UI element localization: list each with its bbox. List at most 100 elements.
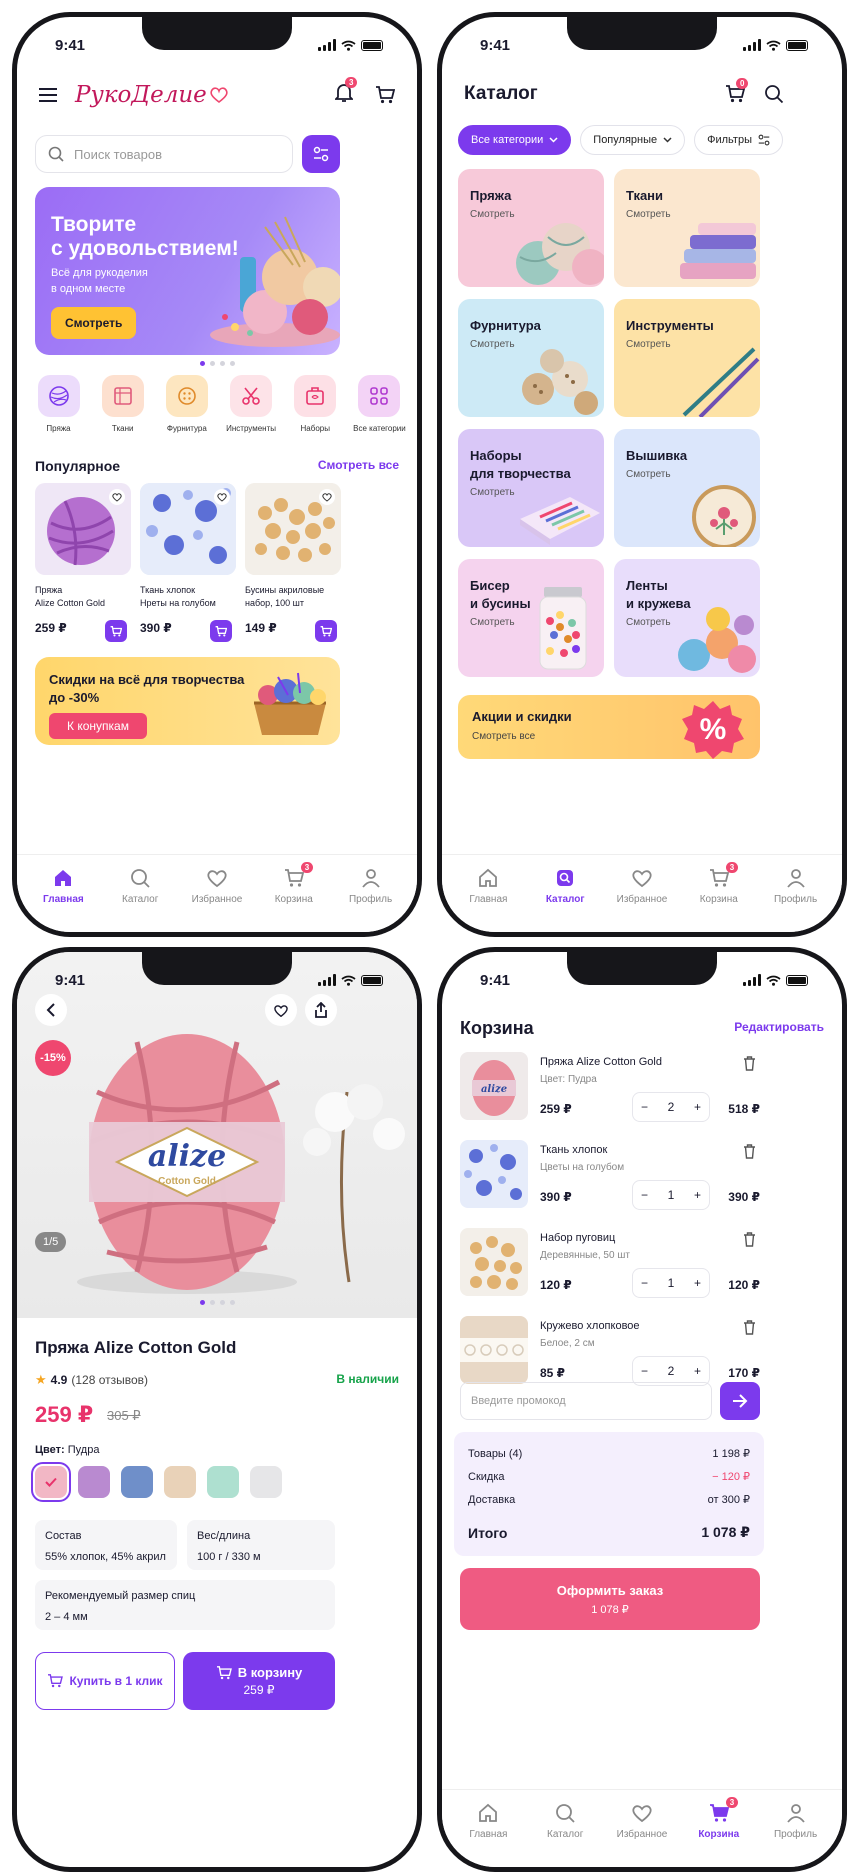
back-button[interactable] [35, 994, 67, 1026]
tile-link: Смотреть [470, 209, 515, 220]
menu-icon[interactable] [39, 88, 57, 102]
plus-button[interactable]: + [694, 1100, 701, 1114]
add-to-cart-button[interactable] [315, 620, 337, 642]
category-yarn[interactable]: Пряжа [31, 375, 86, 433]
search-icon[interactable] [764, 84, 784, 104]
product-card[interactable]: Пряжа Alize Cotton Gold 259 ₽ [35, 483, 131, 642]
plus-button[interactable]: + [694, 1276, 701, 1290]
tab-home[interactable]: Главная [28, 867, 98, 932]
share-button[interactable] [305, 994, 337, 1026]
minus-button[interactable]: − [641, 1276, 648, 1290]
sale-banner[interactable]: Акции и скидки Смотреть все % [458, 695, 760, 759]
tab-cart[interactable]: Корзина 3 [259, 862, 329, 932]
tile-title: Ленты и кружева [626, 578, 691, 611]
banner-dots[interactable] [17, 361, 417, 366]
checkout-button[interactable]: Оформить заказ 1 078 ₽ [460, 1568, 760, 1630]
category-kits[interactable]: Наборы [288, 375, 343, 433]
search-icon [556, 1804, 575, 1823]
favorite-button[interactable] [214, 489, 230, 505]
notifications-button[interactable]: 3 [333, 76, 358, 108]
minus-button[interactable]: − [641, 1364, 648, 1378]
category-all[interactable]: Все категории [352, 375, 407, 433]
filter-icon [758, 134, 770, 146]
rating[interactable]: ★ 4.9 (128 отзывов) [35, 1372, 148, 1388]
product-card[interactable]: Бусины акриловые набор, 100 шт 149 ₽ [245, 483, 341, 642]
category-tile-fabric[interactable]: Ткани Смотреть [614, 169, 760, 287]
tab-favorites[interactable]: Избранное [607, 867, 677, 932]
minus-button[interactable]: − [641, 1188, 648, 1202]
tab-profile[interactable]: Профиль [336, 867, 406, 932]
page-title: Корзина [460, 1018, 534, 1038]
promo-button[interactable]: К конупкам [49, 713, 147, 739]
category-hardware[interactable]: Фурнитура [159, 375, 214, 433]
swatch-lilac[interactable] [78, 1466, 110, 1498]
banner-button[interactable]: Смотреть [51, 307, 137, 339]
item-image [460, 1228, 528, 1296]
tab-catalog[interactable]: Каталог [530, 1802, 600, 1867]
tab-catalog[interactable]: Каталог [530, 867, 600, 932]
cart-button[interactable]: 0 [725, 78, 749, 108]
edit-link[interactable]: Редактировать [734, 1020, 824, 1034]
product-gallery[interactable]: alize Cotton Gold [17, 952, 417, 1318]
tab-home[interactable]: Главная [453, 1802, 523, 1867]
add-to-cart-button[interactable] [210, 620, 232, 642]
trash-icon[interactable] [743, 1144, 756, 1159]
favorite-button[interactable] [319, 489, 335, 505]
chip-filters[interactable]: Фильтры [694, 125, 783, 155]
chip-all-categories[interactable]: Все категории [458, 125, 572, 155]
swatch-powder[interactable] [31, 1462, 71, 1502]
trash-icon[interactable] [743, 1232, 756, 1247]
category-tools[interactable]: Инструменты [224, 375, 279, 433]
swatch-blue[interactable] [121, 1466, 153, 1498]
item-price: 390 ₽ [540, 1190, 572, 1204]
yarn-ball-image: alize Cotton Gold [77, 1034, 405, 1294]
favorite-button[interactable] [265, 994, 297, 1026]
gallery-dots[interactable] [17, 1300, 417, 1305]
cart-icon[interactable] [375, 86, 395, 104]
category-tile-yarn[interactable]: Пряжа Смотреть [458, 169, 604, 287]
yarn-icon [48, 386, 69, 406]
hero-banner[interactable]: Творите с удовольствием! Всё для рукодели… [35, 187, 340, 355]
old-price: 305 ₽ [107, 1408, 141, 1423]
search-placeholder: Поиск товаров [74, 146, 163, 162]
category-row: Пряжа Ткани Фурнитура Инструменты Наборы… [31, 375, 407, 433]
tab-profile[interactable]: Профиль [761, 1802, 831, 1867]
buy-one-click-button[interactable]: Купить в 1 клик [35, 1652, 175, 1710]
home-icon [55, 870, 72, 886]
category-tile-embroidery[interactable]: Вышивка Смотреть [614, 429, 760, 547]
favorite-button[interactable] [109, 489, 125, 505]
plus-button[interactable]: + [694, 1188, 701, 1202]
category-fabric[interactable]: Ткани [95, 375, 150, 433]
category-tile-tools[interactable]: Инструменты Смотреть [614, 299, 760, 417]
plus-button[interactable]: + [694, 1364, 701, 1378]
item-total: 120 ₽ [728, 1278, 760, 1292]
apply-promo-button[interactable] [720, 1382, 760, 1420]
category-tile-beads[interactable]: Бисер и бусины Смотреть [458, 559, 604, 677]
swatch-beige[interactable] [164, 1466, 196, 1498]
tab-favorites[interactable]: Избранное [182, 867, 252, 932]
add-to-cart-button[interactable]: В корзину 259 ₽ [183, 1652, 335, 1710]
trash-icon[interactable] [743, 1056, 756, 1071]
trash-icon[interactable] [743, 1320, 756, 1335]
tab-home[interactable]: Главная [453, 867, 523, 932]
promo-code-input[interactable]: Введите промокод [460, 1382, 712, 1420]
tab-cart[interactable]: Корзина 3 [684, 862, 754, 932]
category-tile-ribbons[interactable]: Ленты и кружева Смотреть [614, 559, 760, 677]
category-tile-hardware[interactable]: Фурнитура Смотреть [458, 299, 604, 417]
search-input[interactable]: Поиск товаров [35, 135, 293, 173]
tab-profile[interactable]: Профиль [761, 867, 831, 932]
tab-cart[interactable]: Корзина 3 [684, 1797, 754, 1867]
tile-link: Смотреть [470, 339, 515, 350]
filter-button[interactable] [302, 135, 340, 173]
see-all-link[interactable]: Смотреть все [318, 458, 399, 472]
minus-button[interactable]: − [641, 1100, 648, 1114]
promo-banner[interactable]: Скидки на всё для творчества до -30% К к… [35, 657, 340, 745]
tab-favorites[interactable]: Избранное [607, 1802, 677, 1867]
swatch-grey[interactable] [250, 1466, 282, 1498]
swatch-mint[interactable] [207, 1466, 239, 1498]
chip-popular[interactable]: Популярные [580, 125, 686, 155]
tab-catalog[interactable]: Каталог [105, 867, 175, 932]
product-card[interactable]: Ткань хлопок Нреты на голубом 390 ₽ [140, 483, 236, 642]
add-to-cart-button[interactable] [105, 620, 127, 642]
category-tile-kits[interactable]: Наборы для творчества Смотреть [458, 429, 604, 547]
